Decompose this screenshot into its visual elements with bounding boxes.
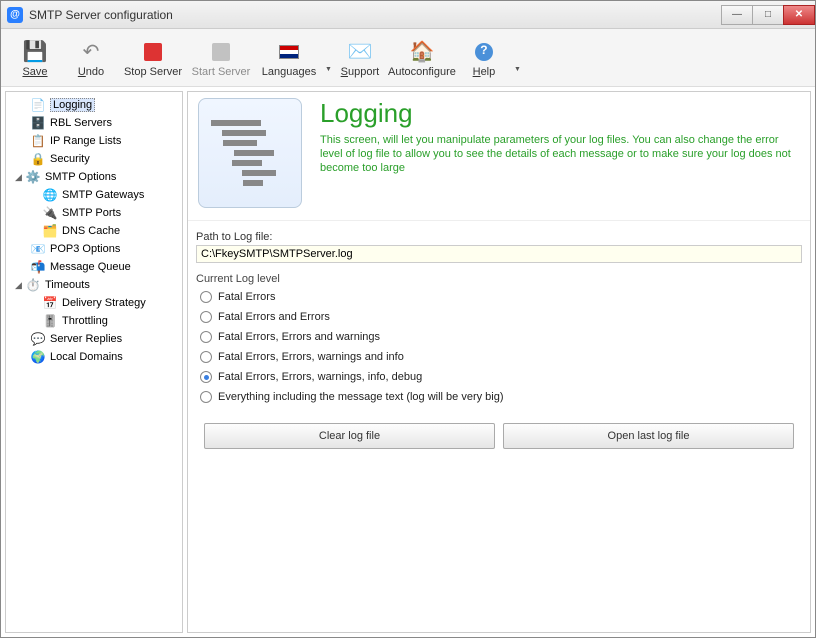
open-log-button[interactable]: Open last log file (503, 423, 794, 449)
close-icon: ✕ (795, 9, 803, 20)
radio-icon (200, 331, 212, 343)
tree-item-server-replies[interactable]: 💬Server Replies (6, 330, 182, 348)
log-level-label: Current Log level (196, 273, 802, 285)
tree-item-logging[interactable]: 📄Logging (6, 96, 182, 114)
languages-label: Languages (262, 66, 316, 78)
throttle-icon: 🎚️ (42, 313, 58, 329)
logging-hero-icon (198, 98, 302, 208)
clear-log-button[interactable]: Clear log file (204, 423, 495, 449)
help-icon: ? (470, 38, 498, 66)
main-panel: Logging This screen, will let you manipu… (187, 91, 811, 633)
tree-item-delivery-strategy[interactable]: 📅Delivery Strategy (6, 294, 182, 312)
flag-icon (275, 38, 303, 66)
window-controls: — □ ✕ (722, 5, 815, 25)
list-icon: 📋 (30, 133, 46, 149)
house-icon: 🏠 (408, 38, 436, 66)
chevron-down-icon[interactable]: ▼ (325, 66, 332, 73)
title-bar: @ SMTP Server configuration — □ ✕ (1, 1, 815, 29)
radio-icon (200, 391, 212, 403)
toolbar: 💾 Save ↶ Undo Stop Server Start Server L… (1, 29, 815, 87)
start-server-label: Start Server (192, 66, 251, 78)
maximize-icon: □ (765, 9, 771, 20)
collapse-icon[interactable]: ◢ (14, 172, 23, 183)
start-icon (207, 38, 235, 66)
help-label: Help (473, 66, 496, 78)
dns-icon: 🗂️ (42, 223, 58, 239)
radio-icon (200, 311, 212, 323)
tree-item-ip-range-lists[interactable]: 📋IP Range Lists (6, 132, 182, 150)
help-button[interactable]: ? Help (456, 31, 512, 85)
stop-icon (139, 38, 167, 66)
tree-item-security[interactable]: 🔒Security (6, 150, 182, 168)
queue-icon: 📬 (30, 259, 46, 275)
navigation-tree: 📄Logging 🗄️RBL Servers 📋IP Range Lists 🔒… (5, 91, 183, 633)
header-section: Logging This screen, will let you manipu… (188, 92, 810, 214)
undo-button[interactable]: ↶ Undo (63, 31, 119, 85)
support-label: Support (341, 66, 380, 78)
tree-item-rbl-servers[interactable]: 🗄️RBL Servers (6, 114, 182, 132)
gear-icon: ⚙️ (25, 169, 41, 185)
path-label: Path to Log file: (196, 231, 802, 243)
stop-server-label: Stop Server (124, 66, 182, 78)
autoconfigure-button[interactable]: 🏠 Autoconfigure (388, 31, 456, 85)
window-title: SMTP Server configuration (29, 8, 722, 22)
content-area: 📄Logging 🗄️RBL Servers 📋IP Range Lists 🔒… (1, 87, 815, 637)
tree-item-smtp-options[interactable]: ◢⚙️SMTP Options (6, 168, 182, 186)
languages-button[interactable]: Languages (255, 31, 323, 85)
radio-fatal-errors-warnings-info-debug[interactable]: Fatal Errors, Errors, warnings, info, de… (200, 371, 802, 383)
support-button[interactable]: ✉️ Support (332, 31, 388, 85)
port-icon: 🔌 (42, 205, 58, 221)
tree-item-throttling[interactable]: 🎚️Throttling (6, 312, 182, 330)
app-icon: @ (7, 7, 23, 23)
minimize-icon: — (732, 9, 742, 20)
radio-icon (200, 291, 212, 303)
tree-item-pop3-options[interactable]: 📧POP3 Options (6, 240, 182, 258)
maximize-button[interactable]: □ (752, 5, 784, 25)
page-title: Logging (320, 98, 800, 129)
log-icon: 📄 (30, 97, 46, 113)
save-label: Save (22, 66, 47, 78)
radio-fatal[interactable]: Fatal Errors (200, 291, 802, 303)
chevron-down-icon[interactable]: ▼ (514, 66, 521, 73)
lock-icon: 🔒 (30, 151, 46, 167)
db-icon: 🗄️ (30, 115, 46, 131)
radio-fatal-errors-warnings[interactable]: Fatal Errors, Errors and warnings (200, 331, 802, 343)
radio-icon (200, 351, 212, 363)
form-body: Path to Log file: Current Log level Fata… (188, 220, 810, 463)
save-button[interactable]: 💾 Save (7, 31, 63, 85)
envelope-icon: ✉️ (346, 38, 374, 66)
tree-item-smtp-ports[interactable]: 🔌SMTP Ports (6, 204, 182, 222)
button-row: Clear log file Open last log file (196, 413, 802, 459)
tree-item-message-queue[interactable]: 📬Message Queue (6, 258, 182, 276)
calendar-icon: 📅 (42, 295, 58, 311)
mail-icon: 📧 (30, 241, 46, 257)
save-icon: 💾 (21, 38, 49, 66)
close-button[interactable]: ✕ (783, 5, 815, 25)
tree-item-local-domains[interactable]: 🌍Local Domains (6, 348, 182, 366)
log-path-input[interactable] (196, 245, 802, 263)
domain-icon: 🌍 (30, 349, 46, 365)
tree-item-smtp-gateways[interactable]: 🌐SMTP Gateways (6, 186, 182, 204)
gateway-icon: 🌐 (42, 187, 58, 203)
radio-icon (200, 371, 212, 383)
collapse-icon[interactable]: ◢ (14, 280, 23, 291)
minimize-button[interactable]: — (721, 5, 753, 25)
clock-icon: ⏱️ (25, 277, 41, 293)
start-server-button[interactable]: Start Server (187, 31, 255, 85)
undo-icon: ↶ (77, 38, 105, 66)
undo-label: Undo (78, 66, 104, 78)
reply-icon: 💬 (30, 331, 46, 347)
radio-everything[interactable]: Everything including the message text (l… (200, 391, 802, 403)
stop-server-button[interactable]: Stop Server (119, 31, 187, 85)
radio-fatal-errors[interactable]: Fatal Errors and Errors (200, 311, 802, 323)
radio-fatal-errors-warnings-info[interactable]: Fatal Errors, Errors, warnings and info (200, 351, 802, 363)
tree-item-timeouts[interactable]: ◢⏱️Timeouts (6, 276, 182, 294)
autoconfigure-label: Autoconfigure (388, 66, 456, 78)
page-description: This screen, will let you manipulate par… (320, 133, 800, 175)
tree-item-dns-cache[interactable]: 🗂️DNS Cache (6, 222, 182, 240)
